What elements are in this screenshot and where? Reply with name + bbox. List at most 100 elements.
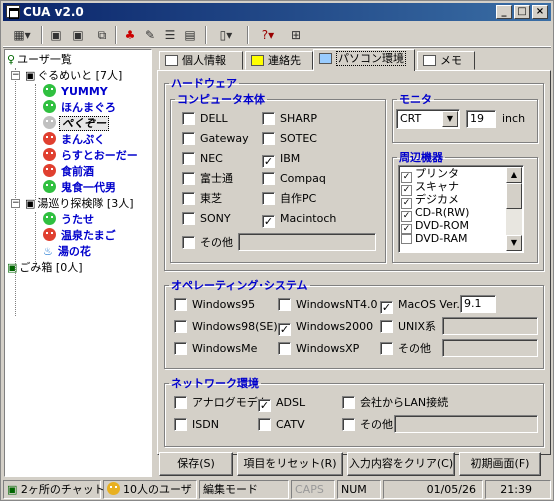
tree-trash[interactable]: ▣ ごみ箱 [0人]	[7, 260, 84, 276]
tab-contact[interactable]: 連絡先	[245, 51, 313, 70]
os-checkbox[interactable]: ✓ Windows2000	[278, 319, 373, 336]
maker-other-field[interactable]	[238, 233, 376, 251]
list-item[interactable]: ✓ DVD-ROM	[399, 219, 523, 235]
computer-legend: コンピュータ本体	[177, 93, 265, 106]
maker-checkbox[interactable]: Compaq	[262, 171, 326, 187]
os-checkbox[interactable]: UNIX系	[380, 319, 436, 335]
checkbox-box	[401, 233, 412, 244]
peripherals-list[interactable]: ✓ プリンタ ✓ スキャナ ✓ デジカメ ✓ CD-R(RW) ✓ DVD-ROM DVD…	[398, 165, 524, 253]
tree-user[interactable]: ♨ 湯の花	[43, 244, 93, 260]
help-menu-icon[interactable]: ?▾	[253, 26, 283, 44]
view-menu-icon[interactable]: ▦▾	[7, 26, 37, 44]
monitor-size-field[interactable]: 19	[466, 110, 496, 128]
tab-memo[interactable]: メモ	[417, 51, 475, 70]
os-checkbox[interactable]: ✓ MacOS Ver.	[380, 297, 460, 314]
maker-checkbox[interactable]: DELL	[182, 111, 228, 127]
toolbar-separator	[41, 26, 43, 44]
tree-user[interactable]: うたせ	[43, 212, 96, 228]
list-item[interactable]: ✓ プリンタ	[399, 167, 523, 183]
os-checkbox[interactable]: WindowsNT4.0	[278, 297, 378, 313]
copy-window-icon[interactable]: ⧉	[93, 26, 111, 44]
network-checkbox[interactable]: ISDN	[174, 417, 219, 433]
tab-pc-env[interactable]: パソコン環境	[313, 49, 415, 71]
maker-checkbox[interactable]: 富士通	[182, 171, 233, 187]
tree-group[interactable]: ▣ 湯巡り探検隊 [3人]	[25, 196, 135, 212]
list-item[interactable]: DVD-RAM	[399, 232, 523, 245]
tree-group[interactable]: ▣ ぐるめいと [7人]	[25, 68, 124, 84]
status-chat: ▣ 2ヶ所のチャット	[3, 480, 105, 499]
peripherals-scrollbar[interactable]: ▲ ▼	[506, 167, 522, 251]
peripherals-legend: 周辺機器	[399, 151, 443, 164]
checkbox-label: WindowsMe	[192, 342, 258, 355]
tree-user[interactable]: 食前酒	[43, 164, 96, 180]
os-checkbox[interactable]: Windows95	[174, 297, 255, 313]
monitor-type-select[interactable]: CRT ▼	[396, 109, 460, 129]
tree-user[interactable]: 鬼食一代男	[43, 180, 118, 196]
tree-user[interactable]: らすとおーだー	[43, 148, 140, 164]
network-checkbox[interactable]: 会社からLAN接続	[342, 395, 448, 411]
chat-icon: ▣	[7, 483, 21, 496]
user-add-icon[interactable]: ▤	[181, 26, 199, 44]
network-checkbox[interactable]: ✓ ADSL	[258, 395, 305, 412]
mac-version-field[interactable]: 9.1	[460, 295, 496, 313]
network-checkbox[interactable]: アナログモデム	[174, 395, 269, 411]
user-status-icon	[43, 228, 56, 241]
tree-user[interactable]: 温泉たまご	[43, 228, 118, 244]
collapse-toggle[interactable]: −	[11, 71, 20, 80]
tree-user[interactable]: まんぷく	[43, 132, 107, 148]
maker-checkbox[interactable]: SHARP	[262, 111, 317, 127]
chat-window-icon[interactable]: ▣	[47, 26, 65, 44]
os-checkbox[interactable]: Windows98(SE)	[174, 319, 278, 335]
list-item[interactable]: ✓ スキャナ	[399, 180, 523, 196]
document-menu-icon[interactable]: ▯▾	[211, 26, 241, 44]
clear-button[interactable]: 入力内容をクリア(C)	[347, 452, 455, 476]
checkbox-box	[174, 342, 187, 355]
chevron-down-icon[interactable]: ▼	[442, 111, 458, 127]
os-checkbox[interactable]: WindowsMe	[174, 341, 257, 357]
tree-user[interactable]: YUMMY	[43, 84, 110, 100]
maker-other-checkbox[interactable]: その他	[182, 235, 233, 251]
home-button[interactable]: 初期画面(F)	[459, 452, 541, 476]
unix-field[interactable]	[442, 317, 538, 335]
os-checkbox[interactable]: WindowsXP	[278, 341, 359, 357]
checkbox-label: SONY	[200, 212, 231, 225]
reset-button[interactable]: 項目をリセット(R)	[237, 452, 343, 476]
tree-user[interactable]: ほんまぐろ	[43, 100, 118, 116]
chat-window2-icon[interactable]: ▣	[69, 26, 87, 44]
network-icon[interactable]: ⊞	[287, 26, 305, 44]
tree-root[interactable]: ♀ ユーザ一覧	[7, 52, 74, 68]
collapse-toggle[interactable]: −	[11, 199, 20, 208]
os-checkbox[interactable]: その他	[380, 341, 431, 357]
user-group-icon[interactable]: ♣	[121, 26, 139, 44]
save-button[interactable]: 保存(S)	[159, 452, 233, 476]
network-checkbox[interactable]: CATV	[258, 417, 305, 433]
user-edit-icon[interactable]: ✎	[141, 26, 159, 44]
maker-checkbox[interactable]: 東芝	[182, 191, 222, 207]
list-item[interactable]: ✓ デジカメ	[399, 193, 523, 209]
minimize-button[interactable]: _	[496, 5, 512, 19]
user-tree[interactable]: ♀ ユーザ一覧 − ▣ ぐるめいと [7人] YUMMY ほんまぐろ ぺくぞー まん…	[4, 49, 152, 477]
tab-personal[interactable]: 個人情報	[159, 51, 243, 70]
maker-checkbox[interactable]: ✓ Macintoch	[262, 211, 336, 228]
maker-checkbox[interactable]: 自作PC	[262, 191, 316, 207]
scroll-down-icon[interactable]: ▼	[506, 235, 522, 251]
maximize-button[interactable]: □	[514, 5, 530, 19]
maker-checkbox[interactable]: ✓ IBM	[262, 151, 300, 168]
maker-checkbox[interactable]: NEC	[182, 151, 223, 167]
user-name: 温泉たまご	[61, 229, 116, 242]
tree-user-selected[interactable]: ぺくぞー	[43, 116, 109, 132]
network-other-field[interactable]	[394, 415, 538, 433]
checkbox-label: WindowsNT4.0	[296, 298, 378, 311]
os-other-field[interactable]	[442, 339, 538, 357]
maker-checkbox[interactable]: Gateway	[182, 131, 249, 147]
network-checkbox[interactable]: その他	[342, 417, 393, 433]
maker-checkbox[interactable]: SONY	[182, 211, 231, 227]
user-list-icon[interactable]: ☰	[161, 26, 179, 44]
close-button[interactable]: ×	[532, 5, 548, 19]
checkbox-label: その他	[398, 342, 431, 355]
scroll-up-icon[interactable]: ▲	[506, 167, 522, 183]
scroll-thumb[interactable]	[506, 183, 522, 209]
maker-checkbox[interactable]: SOTEC	[262, 131, 317, 147]
checkbox-label: Windows95	[192, 298, 256, 311]
list-item[interactable]: ✓ CD-R(RW)	[399, 206, 523, 222]
